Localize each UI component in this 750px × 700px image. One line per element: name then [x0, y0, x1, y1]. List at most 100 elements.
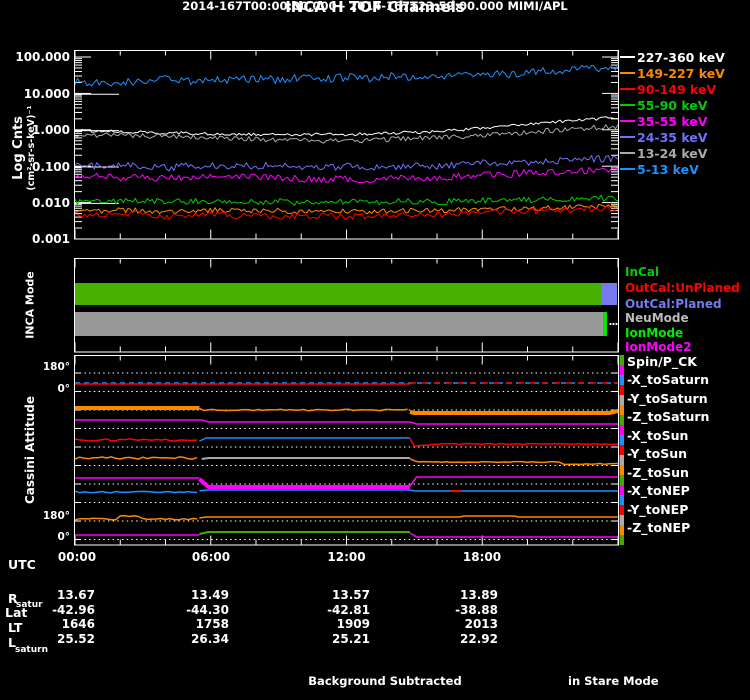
attitude-edge-color-att_green: [619, 475, 624, 485]
attitude-edge-color-red: [619, 505, 624, 515]
attitude-edge-color-blue: [619, 375, 624, 385]
utc-time-06-00: 06:00: [191, 550, 231, 564]
attitude-ytick-label-3: 0°: [57, 531, 70, 543]
attitude-edge-color-orange: [619, 405, 624, 415]
tof-ytick-label-0-100: 0.100: [32, 159, 70, 174]
utc-time-00-00: 00:00: [57, 550, 97, 564]
attitude-legend-z-tosaturn: -Z_toSaturn: [627, 409, 710, 425]
attitude-legend-y-tosun: -Y_toSun: [627, 446, 688, 462]
attitude-track-z-tonep-b: [199, 531, 410, 535]
series-24-35-kev: [74, 155, 619, 172]
mode-panel-frame: [74, 258, 619, 353]
table-value-r1-c1: -44.30: [186, 602, 229, 617]
mode-bar-outcal-planed: [601, 283, 618, 305]
table-value-r0-c2: 13.57: [332, 588, 370, 602]
attitude-edge-color-gray: [619, 455, 624, 465]
attitude-edge-color-orange: [619, 525, 624, 535]
attitude-ytick-label-0: 180°: [42, 361, 70, 373]
mode-bar-dots: [609, 322, 612, 326]
table-value-r0-c1: 13.49: [191, 588, 229, 602]
tof-ytick-label-0-010: 0.010: [32, 196, 70, 210]
table-value-r3-c1: 26.34: [191, 632, 229, 646]
attitude-legend-x-tosun: -X_toSun: [627, 427, 689, 443]
tof-curves: [74, 63, 619, 221]
attitude-ytick-label-1: 0°: [57, 383, 70, 395]
attitude-edge-color-att_green: [619, 415, 624, 425]
mode-bar-incal: [75, 283, 602, 305]
mode-legend-outcal-planed: OutCal:Planed: [625, 297, 722, 311]
utc-time-12-00: 12:00: [327, 550, 366, 564]
tof-legend-24-35-kev: 24-35 keV: [637, 129, 708, 145]
tof-legend-227-360-kev: 227-360 keV: [637, 49, 725, 65]
table-value-r3-c3: 22.92: [460, 632, 498, 646]
attitude-track-x-tosun-b: [201, 457, 410, 460]
mode-bar-dots: [612, 322, 615, 326]
table-value-r1-c3: -38.88: [455, 602, 498, 617]
utc-time-18-00: 18:00: [462, 550, 502, 564]
attitude-legend-y-tosaturn: -Y_toSaturn: [627, 390, 708, 406]
table-value-r3-c0: 25.52: [57, 632, 95, 646]
attitude-edge-color-blue: [619, 495, 624, 505]
attitude-track-y-tosaturn: [75, 419, 618, 425]
attitude-legend-y-tonep: -Y_toNEP: [627, 501, 689, 517]
table-value-r1-c2: -42.81: [327, 602, 370, 617]
table-value-r2-c0: 1646: [61, 617, 95, 631]
attitude-legend-z-tosun: -Z_toSun: [627, 464, 689, 480]
mode-bar-dots: [615, 322, 618, 326]
attitude-track-z-tosaturn-c: [409, 438, 619, 447]
tof-y-axis-label: Log Cnts (cm²-sr-s-keV)⁻¹: [11, 105, 37, 190]
attitude-track-z-tosaturn-a: [74, 438, 198, 442]
footer-stare-mode: in Stare Mode: [568, 674, 659, 688]
attitude-legend-x-tonep: -X_toNEP: [627, 483, 690, 499]
attitude-track-x-tosaturn-c: [409, 409, 619, 415]
tof-legend-55-90-kev: 55-90 keV: [637, 97, 708, 113]
tof-ytick-label-100-000: 100.000: [15, 50, 70, 64]
series-35-55-kev: [74, 166, 619, 184]
tof-legend-90-149-kev: 90-149 keV: [637, 81, 717, 97]
attitude-edge-color-orange: [619, 465, 624, 475]
attitude-panel-label: Cassini Attitude: [23, 395, 37, 505]
attitude-track-y-tosun-c: [409, 476, 618, 487]
mode-bar-ionmode: [603, 312, 607, 336]
table-rowlabel-lat: Lat: [5, 605, 28, 620]
tof-ytick-label-1-000: 1.000: [32, 123, 70, 137]
attitude-edge-color-blue: [619, 435, 624, 445]
table-value-r2-c1: 1758: [195, 617, 229, 631]
table-value-r0-c3: 13.89: [460, 588, 498, 602]
attitude-track-y-tonep-a: [74, 515, 198, 521]
attitude-track-x-tosun-a: [74, 456, 198, 460]
mode-legend-neumode: NeuMode: [625, 311, 689, 325]
attitude-ytick-label-2: 180°: [42, 510, 70, 522]
attitude-edge-color-magenta: [619, 365, 624, 375]
attitude-track-z-tosun-bc: [199, 489, 618, 492]
table-value-r2-c3: 2013: [464, 617, 498, 631]
tof-legend-13-24-kev: 13-24 keV: [637, 145, 708, 161]
attitude-track-y-tonep-bc: [199, 515, 618, 519]
tof-legend-149-227-kev: 149-227 keV: [637, 65, 725, 81]
utc-axis-label: UTC: [8, 557, 36, 572]
table-value-r2-c2: 1909: [336, 617, 370, 631]
mode-legend-ionmode: IonMode: [625, 326, 684, 340]
table-rowlabel-lt: LT: [8, 620, 23, 635]
tof-y-axis-label-units: (cm²-sr-s-keV)⁻¹: [26, 105, 37, 191]
tof-ytick-label-0-001: 0.001: [32, 232, 70, 246]
attitude-edge-color-gray: [619, 515, 624, 525]
attitude-edge-color-red: [619, 385, 624, 395]
tof-y-axis-label-units-name: Log Cnts: [11, 116, 26, 180]
attitude-track-z-tosun-a: [74, 490, 198, 494]
attitude-edge-color-gray: [619, 395, 624, 405]
series-5-13-kev: [74, 63, 619, 87]
attitude-track-z-tosaturn-b: [199, 437, 410, 442]
attitude-legend-z-tonep: -Z_toNEP: [627, 520, 691, 536]
attitude-edge-color-att_green: [619, 535, 624, 545]
footer-background-subtracted: Background Subtracted: [308, 674, 462, 688]
attitude-track-y-tosun-b: [198, 477, 410, 489]
attitude-edge-color-magenta: [619, 425, 624, 435]
attitude-legend-x-tosaturn: -X_toSaturn: [627, 372, 709, 388]
series-55-90-kev: [74, 194, 619, 206]
attitude-curves: [74, 382, 619, 538]
attitude-edge-color-red: [619, 445, 624, 455]
mode-legend-outcal-unplaned: OutCal:UnPlaned: [625, 281, 740, 295]
attitude-legend-spin-p-ck: Spin/P_CK: [627, 353, 697, 369]
table-value-r3-c2: 25.21: [332, 632, 370, 646]
